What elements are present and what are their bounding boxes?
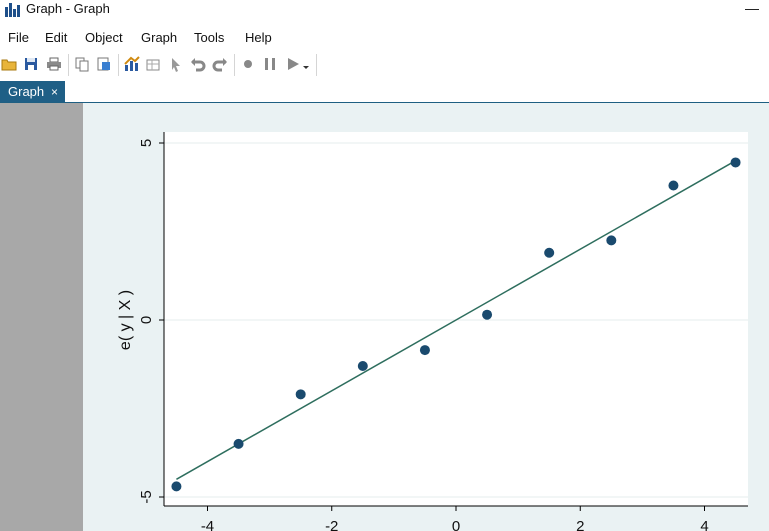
stata-graph-icon (5, 3, 21, 17)
left-panel (0, 103, 83, 531)
menu-graph[interactable]: Graph (141, 30, 177, 46)
y-tick-label: 5 (138, 139, 155, 147)
x-tick-label: -4 (201, 518, 214, 531)
data-point (295, 389, 306, 400)
copy-icon[interactable] (74, 56, 90, 72)
paste-icon[interactable] (96, 56, 112, 72)
x-tick-label: 2 (576, 518, 584, 531)
menu-bar: File Edit Object Graph Tools Help (0, 28, 769, 48)
tab-label: Graph (8, 84, 45, 99)
redo-icon[interactable] (212, 56, 228, 72)
menu-file[interactable]: File (8, 30, 29, 46)
print-icon[interactable] (46, 56, 62, 72)
x-tick-label: -2 (325, 518, 338, 531)
x-tick-label: 0 (452, 518, 460, 531)
data-point (668, 180, 679, 191)
y-axis-title: e( y | X ) (117, 290, 134, 350)
minimize-button[interactable]: — (745, 0, 759, 16)
data-point (544, 247, 555, 258)
data-point (171, 481, 182, 492)
toolbar (0, 52, 769, 78)
pointer-icon[interactable] (168, 56, 184, 72)
menu-help[interactable]: Help (245, 30, 272, 46)
y-tick-label: 0 (138, 316, 155, 324)
save-icon[interactable] (23, 56, 39, 72)
graph-editor-icon[interactable] (124, 56, 140, 72)
y-tick-label: -5 (138, 490, 155, 503)
data-point (357, 361, 368, 372)
data-editor-icon[interactable] (146, 56, 162, 72)
toolbar-separator (118, 54, 119, 76)
dropdown-arrow-icon[interactable] (301, 62, 311, 72)
menu-object[interactable]: Object (85, 30, 123, 46)
data-point (419, 345, 430, 356)
open-folder-icon[interactable] (1, 56, 17, 72)
toolbar-separator (316, 54, 317, 76)
data-point (233, 438, 244, 449)
tab-strip: Graph × (0, 80, 769, 103)
title-bar: Graph - Graph — (0, 0, 769, 22)
scatter-chart: 5 0 -5 -4 -2 0 2 4 e( y | X ) (117, 132, 748, 531)
pause-icon[interactable] (262, 56, 278, 72)
tab-graph[interactable]: Graph × (0, 81, 65, 102)
record-icon[interactable] (240, 56, 256, 72)
x-tick-label: 4 (700, 518, 708, 531)
undo-icon[interactable] (190, 56, 206, 72)
data-point (606, 235, 617, 246)
menu-tools[interactable]: Tools (194, 30, 224, 46)
data-point (482, 309, 493, 320)
toolbar-separator (234, 54, 235, 76)
menu-edit[interactable]: Edit (45, 30, 67, 46)
data-point (730, 157, 741, 168)
close-icon[interactable]: × (51, 84, 58, 100)
plot-region (164, 132, 748, 506)
toolbar-separator (68, 54, 69, 76)
window-title: Graph - Graph (26, 1, 110, 16)
play-icon[interactable] (285, 56, 301, 72)
